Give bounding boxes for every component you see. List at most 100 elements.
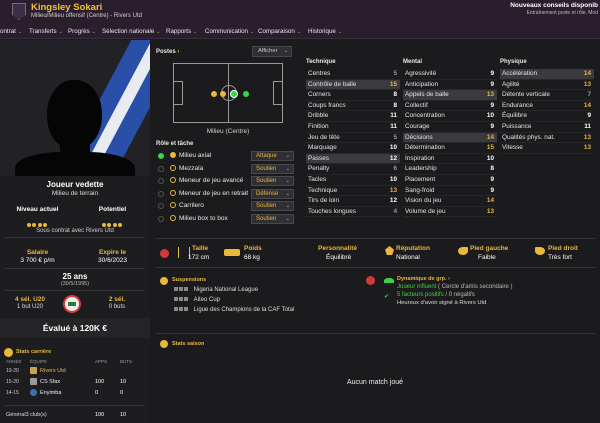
position-dot [243,91,249,97]
suspensions-icon [160,277,168,285]
show-dropdown[interactable]: Afficher ⌄ [252,46,292,57]
attribute-row[interactable]: Détermination 15 [403,143,497,154]
attribute-value: 9 [587,112,591,120]
attribute-row[interactable]: Accélération 14 [500,69,594,80]
suspensions-title[interactable]: Suspensions [172,277,206,283]
attribute-row[interactable]: Jeu de tête 5 [306,133,400,144]
attribute-row[interactable]: Qualités phys. nat. 13 [500,133,594,144]
nav-communication[interactable]: Communication ⌄ [205,28,254,35]
alert-icon [366,276,375,285]
reputation-label: Réputation [396,245,430,252]
advice-notice[interactable]: Nouveaux conseils disponib Entraînement … [510,2,598,16]
duty-dropdown[interactable]: Soutien ⌄ [251,201,294,212]
attribute-row[interactable]: Passes 12 [306,153,400,165]
nav-history[interactable]: Historique ⌄ [308,28,342,35]
attribute-value: 15 [486,144,494,152]
attribute-name: Agilité [502,80,520,88]
attribute-row[interactable]: Sang-froid 9 [403,186,497,197]
chevron-down-icon: ⌄ [17,29,23,35]
nav-reports[interactable]: Rapports ⌄ [166,28,197,35]
season-stats-title[interactable]: Stats saison [172,341,204,347]
role-selected-icon [158,153,164,159]
career-stats-title[interactable]: Stats carrière [16,349,51,355]
dynamics-influence: Joueur influent ( Cercle d'amis secondai… [397,284,513,290]
attribute-name: Touches longues [308,207,356,215]
nav-transfers[interactable]: Transferts ⌄ [29,28,63,35]
attribute-row[interactable]: Contrôle de balle 15 [306,79,400,91]
chevron-down-icon: ⌄ [296,29,302,35]
role-item[interactable]: Carrilero Soutien ⌄ [155,200,295,213]
physical-attributes: Physique Accélération 14 Agilité 13 Détente … [500,57,594,154]
attribute-row[interactable]: Tacles 10 [306,175,400,186]
role-item[interactable]: Milieu box to box Soutien ⌄ [155,213,295,226]
attribute-row[interactable]: Décisions 14 [403,132,497,144]
nav-comparison[interactable]: Comparaison ⌄ [258,28,301,35]
u20-caps: 4 sél. U20 [15,296,45,303]
chevron-down-icon: ⌄ [285,203,290,210]
player-name[interactable]: Kingsley Sokari [31,2,102,13]
attribute-value: 13 [583,133,591,141]
nav-national-selection[interactable]: Sélection nationale ⌄ [102,28,161,35]
attribute-row[interactable]: Courage 9 [403,122,497,133]
attribute-row[interactable]: Coups francs 8 [306,101,400,112]
attribute-row[interactable]: Appels de balle 13 [403,90,497,101]
advice-title: Nouveaux conseils disponib [510,2,598,9]
personality-label: Personnalité [318,245,358,252]
player-age: 25 ans [62,272,88,281]
duty-dropdown[interactable]: Soutien ⌄ [251,213,294,224]
attribute-row[interactable]: Leadership 8 [403,164,497,175]
nav-contract[interactable]: ontrat ⌄ [0,28,22,35]
attribute-row[interactable]: Placement 9 [403,175,497,186]
chevron-down-icon: ⌄ [285,178,290,185]
role-item[interactable]: Mezzala Soutien ⌄ [155,163,295,176]
height-label: Taille [192,245,209,252]
attribute-row[interactable]: Agressivité 9 [403,69,497,80]
attribute-value: 14 [583,70,591,77]
attribute-name: Inspiration [405,154,435,162]
attribute-row[interactable]: Vision du jeu 14 [403,196,497,207]
attribute-row[interactable]: Collectif 9 [403,101,497,112]
positions-title[interactable]: Postes › [156,49,179,55]
attribute-row[interactable]: Marquage 10 [306,143,400,154]
role-item[interactable]: Meneur de jeu en retrait Défense ⌄ [155,188,295,201]
attribute-value: 8 [393,101,397,109]
duty-dropdown[interactable]: Défense ⌄ [251,188,294,199]
attribute-row[interactable]: Anticipation 9 [403,80,497,91]
attribute-row[interactable]: Finition 11 [306,122,400,133]
attribute-name: Placement [405,175,436,183]
attribute-value: 14 [583,101,591,109]
role-item[interactable]: Milieu axial Attaque ⌄ [155,150,295,163]
attribute-row[interactable]: Centres 5 [306,69,400,80]
attribute-row[interactable]: Touches longues 4 [306,207,400,218]
attribute-name: Coups francs [308,101,346,109]
attribute-value: 5 [393,133,397,141]
duty-dropdown[interactable]: Attaque ⌄ [251,151,294,161]
dynamics-title[interactable]: Dynamique de grp. › [397,276,450,282]
attribute-row[interactable]: Équilibre 9 [500,111,594,122]
club-crest-icon [30,378,37,385]
attribute-row[interactable]: Inspiration 10 [403,154,497,165]
attribute-value: 9 [490,122,494,130]
attribute-row[interactable]: Penalty 6 [306,164,400,175]
attribute-row[interactable]: Agilité 13 [500,80,594,91]
attribute-row[interactable]: Détente verticale 7 [500,90,594,101]
attribute-row[interactable]: Technique 13 [306,186,400,197]
attribute-row[interactable]: Tirs de loin 12 [306,196,400,207]
attribute-name: Endurance [502,101,533,109]
nav-progress[interactable]: Progrès ⌄ [68,28,96,35]
duty-dropdown[interactable]: Soutien ⌄ [251,176,294,187]
attribute-row[interactable]: Puissance 11 [500,122,594,133]
weight-label: Poids [244,245,262,252]
attribute-name: Puissance [502,122,532,130]
attribute-row[interactable]: Vitesse 13 [500,143,594,154]
club-badge-icon [12,3,26,20]
role-item[interactable]: Meneur de jeu avancé Soutien ⌄ [155,175,295,188]
attribute-row[interactable]: Concentration 10 [403,111,497,122]
attribute-value: 12 [389,154,397,162]
attribute-row[interactable]: Endurance 14 [500,101,594,112]
attribute-row[interactable]: Volume de jeu 13 [403,207,497,218]
attribute-row[interactable]: Corners 8 [306,90,400,101]
right-foot-value: Très fort [548,254,572,261]
duty-dropdown[interactable]: Soutien ⌄ [251,163,294,174]
attribute-row[interactable]: Dribble 11 [306,111,400,122]
